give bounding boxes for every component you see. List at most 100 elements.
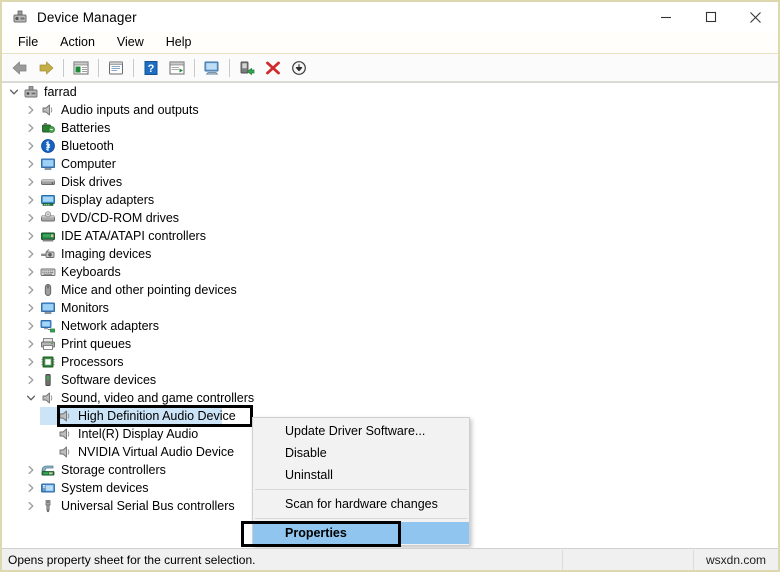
chevron-right-icon[interactable] [23,155,39,173]
tree-item-label: Storage controllers [61,463,166,477]
tree-item-mice-and-other-pointing-devices[interactable]: Mice and other pointing devices [2,281,778,299]
storage-controller-icon [39,461,57,479]
enable-device-icon[interactable] [234,56,260,80]
tree-item-monitors[interactable]: Monitors [2,299,778,317]
monitor-icon [39,155,57,173]
disable-device-icon[interactable] [286,56,312,80]
minimize-button[interactable] [643,2,688,32]
usb-icon [39,497,57,515]
chevron-right-icon[interactable] [23,227,39,245]
back-icon[interactable] [7,56,33,80]
chevron-right-icon[interactable] [23,263,39,281]
menu-help[interactable]: Help [155,33,203,52]
tree-item-display-adapters[interactable]: Display adapters [2,191,778,209]
tree-item-processors[interactable]: Processors [2,353,778,371]
tree-item-label: DVD/CD-ROM drives [61,211,180,225]
tree-indent-spacer [40,443,56,461]
context-menu-separator [255,489,467,490]
chevron-right-icon[interactable] [23,479,39,497]
scan-hardware-icon[interactable] [164,56,190,80]
chevron-right-icon[interactable] [23,299,39,317]
toolbar-separator [133,58,134,77]
menu-action[interactable]: Action [49,33,106,52]
title-bar: Device Manager [2,2,778,32]
forward-icon[interactable] [33,56,59,80]
chevron-right-icon[interactable] [23,119,39,137]
chevron-down-icon[interactable] [23,389,39,407]
uninstall-device-icon[interactable] [260,56,286,80]
tree-item-keyboards[interactable]: Keyboards [2,263,778,281]
tree-item-label: NVIDIA Virtual Audio Device [78,445,235,459]
help-icon[interactable]: ? [138,56,164,80]
menu-view[interactable]: View [106,33,155,52]
tree-root-farrad[interactable]: farrad [2,83,778,101]
speaker-icon [56,425,74,443]
status-divider [562,549,563,570]
ide-controller-icon [39,227,57,245]
properties-icon[interactable] [103,56,129,80]
tree-item-ide-ata-atapi-controllers[interactable]: IDE ATA/ATAPI controllers [2,227,778,245]
tree-item-label: Mice and other pointing devices [61,283,237,297]
network-adapter-icon [39,317,57,335]
chevron-right-icon[interactable] [23,245,39,263]
tree-item-label: farrad [44,85,77,99]
chevron-right-icon[interactable] [23,101,39,119]
chevron-right-icon[interactable] [23,137,39,155]
toolbar: ? [2,54,778,82]
tree-item-bluetooth[interactable]: Bluetooth [2,137,778,155]
tree-item-dvd-cd-rom-drives[interactable]: DVD/CD-ROM drives [2,209,778,227]
maximize-button[interactable] [688,2,733,32]
speaker-icon [56,443,74,461]
tree-item-network-adapters[interactable]: Network adapters [2,317,778,335]
display-adapter-icon [39,191,57,209]
chevron-right-icon[interactable] [23,317,39,335]
menu-bar: File Action View Help [2,32,778,54]
toolbar-separator [229,58,230,77]
context-menu-item-update-driver[interactable]: Update Driver Software... [253,420,469,442]
tree-item-computer[interactable]: Computer [2,155,778,173]
chevron-right-icon[interactable] [23,353,39,371]
tree-item-label: Intel(R) Display Audio [78,427,199,441]
processor-icon [39,353,57,371]
update-driver-icon[interactable] [199,56,225,80]
tree-item-audio-inputs-and-outputs[interactable]: Audio inputs and outputs [2,101,778,119]
device-context-menu[interactable]: Update Driver Software... Disable Uninst… [252,417,470,546]
tree-item-print-queues[interactable]: Print queues [2,335,778,353]
tree-item-imaging-devices[interactable]: Imaging devices [2,245,778,263]
tree-item-batteries[interactable]: Batteries [2,119,778,137]
watermark: wsxdn.com [705,552,767,567]
tree-item-label: Audio inputs and outputs [61,103,199,117]
tree-item-label: Network adapters [61,319,159,333]
tree-item-label: Processors [61,355,124,369]
chevron-right-icon[interactable] [23,497,39,515]
close-button[interactable] [733,2,778,32]
context-menu-item-uninstall[interactable]: Uninstall [253,464,469,486]
disk-drive-icon [39,173,57,191]
chevron-right-icon[interactable] [23,371,39,389]
context-menu-item-properties[interactable]: Properties [253,522,469,544]
svg-text:?: ? [148,63,155,75]
chevron-right-icon[interactable] [23,461,39,479]
menu-file[interactable]: File [7,33,49,52]
chevron-right-icon[interactable] [23,191,39,209]
tree-item-label: Imaging devices [61,247,152,261]
tree-item-software-devices[interactable]: Software devices [2,371,778,389]
speaker-icon [39,101,57,119]
chevron-right-icon[interactable] [23,335,39,353]
context-menu-item-scan-hardware[interactable]: Scan for hardware changes [253,493,469,515]
chevron-right-icon[interactable] [23,173,39,191]
context-menu-separator [255,518,467,519]
show-hide-console-tree-icon[interactable] [68,56,94,80]
context-menu-item-disable[interactable]: Disable [253,442,469,464]
tree-item-sound-video-and-game-controllers[interactable]: Sound, video and game controllers [2,389,778,407]
device-tree[interactable]: farrad Audio inputs and outputs Batteries B… [2,82,778,548]
chevron-right-icon[interactable] [23,209,39,227]
chevron-down-icon[interactable] [6,83,22,101]
bluetooth-icon [39,137,57,155]
toolbar-separator [63,58,64,77]
speaker-icon [39,389,57,407]
tree-item-disk-drives[interactable]: Disk drives [2,173,778,191]
chevron-right-icon[interactable] [23,281,39,299]
tree-item-label: Disk drives [61,175,123,189]
keyboard-icon [39,263,57,281]
